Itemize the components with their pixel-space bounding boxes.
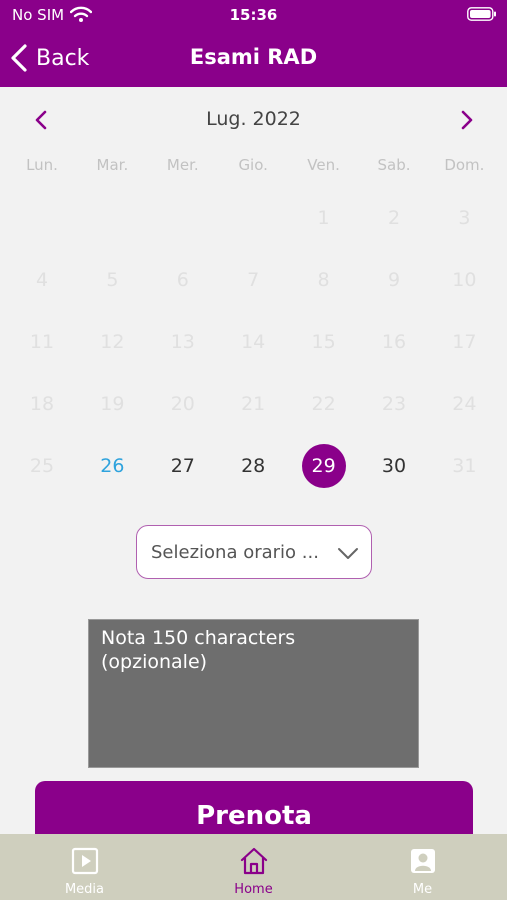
calendar-day: 31 <box>452 455 477 477</box>
weekday-label: Sab. <box>377 156 411 174</box>
weekday-label: Lun. <box>26 156 58 174</box>
clock: 15:36 <box>229 6 278 24</box>
tab-me[interactable]: Me <box>338 834 507 900</box>
calendar-day: 1 <box>317 207 330 229</box>
calendar-day: 11 <box>29 331 55 353</box>
weekday-header: Lun. Mar. Mer. Gio. Ven. Sab. Dom. <box>7 156 500 180</box>
calendar-day[interactable]: 27 <box>148 436 218 496</box>
note-input[interactable]: Nota 150 characters (opzionale) <box>88 619 419 768</box>
calendar-day: 10 <box>452 269 477 291</box>
calendar-day[interactable]: 26 <box>77 436 147 496</box>
tab-media[interactable]: Media <box>0 834 169 900</box>
weekday-label: Gio. <box>238 156 268 174</box>
chevron-down-icon <box>338 548 358 559</box>
booking-screen: No SIM 15:36 Back Esami RAD Lug. 2022 Lu… <box>0 0 507 900</box>
calendar-day[interactable]: 29 <box>289 436 359 496</box>
month-header: Lug. 2022 <box>0 100 507 140</box>
calendar-day: 19 <box>100 393 125 415</box>
calendar-day: 20 <box>170 393 195 415</box>
calendar-day: 14 <box>241 331 266 353</box>
weekday-label: Dom. <box>444 156 485 174</box>
month-label: Lug. 2022 <box>206 108 301 130</box>
selected-day-marker: 29 <box>301 444 346 488</box>
weekday-label: Ven. <box>307 156 340 174</box>
tab-media-label: Media <box>64 882 105 897</box>
home-icon <box>240 847 267 875</box>
calendar-day[interactable]: 30 <box>359 436 429 496</box>
top-bar: No SIM 15:36 Back Esami RAD <box>0 0 507 87</box>
calendar-day: 21 <box>241 393 266 415</box>
calendar-day[interactable]: 28 <box>218 436 288 496</box>
calendar-day: 8 <box>317 269 330 291</box>
tab-home[interactable]: Home <box>169 834 338 900</box>
weekday-label: Mer. <box>166 156 199 174</box>
next-month-button[interactable] <box>452 106 480 134</box>
media-icon <box>71 847 98 875</box>
nav-bar: Back Esami RAD <box>0 36 507 80</box>
calendar-day: 18 <box>29 393 55 415</box>
tab-bar: Media Home Me <box>0 834 507 900</box>
status-bar: No SIM 15:36 <box>0 0 507 30</box>
calendar-day: 12 <box>100 331 125 353</box>
calendar-day: 9 <box>387 269 401 291</box>
calendar-day: 6 <box>176 269 189 291</box>
profile-icon <box>410 849 435 873</box>
calendar-day: 13 <box>170 331 195 353</box>
calendar-day: 2 <box>387 207 401 229</box>
calendar-day: 25 <box>29 455 55 477</box>
time-select[interactable]: Seleziona orario ... <box>136 525 372 579</box>
calendar-day: 15 <box>311 331 336 353</box>
calendar-day: 3 <box>458 207 471 229</box>
calendar-day: 5 <box>106 269 119 291</box>
calendar-day: 17 <box>452 331 477 353</box>
calendar-day: 24 <box>452 393 477 415</box>
calendar-day: 4 <box>35 269 49 291</box>
calendar-day: 22 <box>311 393 336 415</box>
calendar-day: 7 <box>247 269 260 291</box>
tab-me-label: Me <box>412 882 433 897</box>
tab-home-label: Home <box>234 882 273 897</box>
time-select-label: Seleziona orario ... <box>151 541 319 563</box>
weekday-label: Mar. <box>96 156 129 174</box>
calendar-day: 16 <box>381 331 407 353</box>
calendar-day: 23 <box>381 393 407 415</box>
page-title: Esami RAD <box>189 45 318 69</box>
battery-icon <box>467 7 496 21</box>
